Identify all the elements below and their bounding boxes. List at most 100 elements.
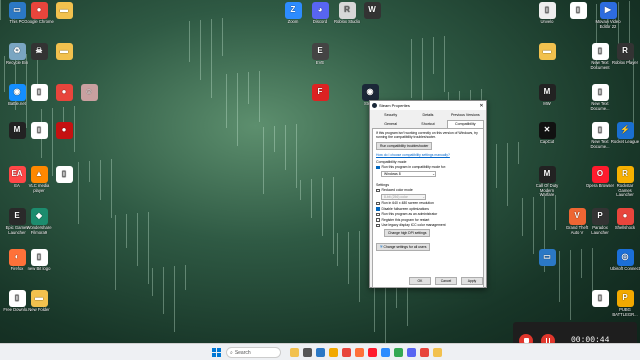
- tb-app4-icon[interactable]: [329, 348, 338, 357]
- desktop-icon-eve[interactable]: E EVE: [305, 43, 335, 66]
- mw2-1-icon: M: [8, 122, 26, 139]
- desktop-icon-label: Zoom: [287, 19, 299, 24]
- battle-icon: ◉: [8, 84, 26, 101]
- troubleshooter-button[interactable]: Run compatibility troubleshooter: [376, 141, 433, 150]
- tab-previous-versions[interactable]: Previous Versions: [447, 111, 484, 119]
- desktop-icon-r-tv[interactable]: ▭: [532, 249, 562, 267]
- taskbar-search[interactable]: ⌕ Search: [226, 347, 281, 358]
- tb-app12-icon[interactable]: [433, 348, 442, 357]
- app-sk-icon: ☠: [30, 43, 48, 60]
- desktop-icon-r-mw2[interactable]: M Call Of Duty Modern Warfare: [532, 166, 562, 198]
- desktop-icon-label: Roblox Player: [611, 60, 639, 65]
- disable-fullscreen-checkbox[interactable]: Disable fullscreen optimizations: [376, 207, 480, 211]
- checkbox-box: [376, 165, 380, 170]
- r-uw-icon: ▯: [538, 2, 556, 19]
- r-ms-icon: ▯: [569, 2, 587, 19]
- dialog-titlebar: Steam Properties ✕: [370, 101, 486, 110]
- desktop-icon-r-new2[interactable]: ▯ New Text Docume...: [585, 84, 615, 111]
- close-icon[interactable]: ✕: [477, 103, 486, 109]
- desktop-icon-r-ms[interactable]: ▯: [563, 2, 593, 20]
- r-pubg-icon: P: [616, 290, 634, 307]
- tab-security[interactable]: Security: [372, 111, 409, 119]
- cancel-button[interactable]: Cancel: [435, 277, 457, 285]
- anime-icon: ☺: [80, 84, 98, 101]
- tb-chrome-icon[interactable]: [394, 348, 403, 357]
- intro-text: If this program isn't working correctly …: [376, 131, 478, 140]
- desktop-icon-r-new3[interactable]: ▯ New Text Docume...: [585, 122, 615, 149]
- register-restart-label: Register this program for restart: [381, 217, 430, 222]
- epic-icon: E: [8, 208, 26, 225]
- desktop-icon-r-mx[interactable]: ▶ Movavi Video Editor 22: [593, 2, 623, 29]
- taskbar: ⌕ Search: [0, 343, 640, 360]
- amongus-icon: ●: [55, 122, 73, 139]
- desktop-icon-r-capcut[interactable]: ✕ CapCut: [532, 122, 562, 145]
- r-gta-icon: V: [568, 208, 586, 225]
- tb-app11-icon[interactable]: [420, 348, 429, 357]
- tab-compatibility[interactable]: Compatibility: [446, 120, 484, 128]
- firefox-icon: ◐: [8, 249, 26, 266]
- all-users-button[interactable]: ⛨ Change settings for all users: [376, 243, 431, 252]
- tab-details[interactable]: Details: [409, 111, 446, 119]
- chevron-down-icon: ⌄: [432, 171, 435, 176]
- r-new3-icon: ▯: [591, 122, 609, 139]
- desktop-icon-filmora[interactable]: ◆ Wondershare Filmora9: [24, 208, 54, 235]
- desktop-icon-r-pubg[interactable]: P PUBG BATTLEGR...: [610, 290, 640, 317]
- desktop-icon-r-roblox[interactable]: R Roblox Player: [610, 43, 640, 66]
- run-640-checkbox[interactable]: Run in 640 x 480 screen resolution: [376, 201, 480, 205]
- compat-mode-select[interactable]: Windows 8 ⌄: [381, 170, 436, 177]
- desktop-icon-r-folder[interactable]: ▬: [532, 43, 562, 61]
- tb-app5-icon[interactable]: [342, 348, 351, 357]
- register-restart-checkbox[interactable]: Register this program for restart: [376, 218, 480, 222]
- r-mx-icon: ▶: [599, 2, 617, 19]
- tb-app2-icon[interactable]: [303, 348, 312, 357]
- start-button[interactable]: [212, 348, 221, 357]
- chrome-icon: ●: [30, 2, 48, 19]
- desktop-icon-forza[interactable]: F: [305, 84, 335, 102]
- compat-mode-check-label: Run this program in compatibility mode f…: [381, 165, 446, 170]
- desktop-icon-discord[interactable]: ◕ Discord: [305, 2, 335, 25]
- tab-row-1: Security Details Previous Versions: [370, 110, 486, 119]
- desktop-icon-r-mw[interactable]: M MW: [532, 84, 562, 107]
- desktop-icon-r-ubi[interactable]: ◎ Ubisoft Connect: [610, 249, 640, 272]
- desktop-icon-folder1[interactable]: ▬: [49, 2, 79, 20]
- tb-explorer-icon[interactable]: [290, 348, 299, 357]
- desktop-icon-anime[interactable]: ☺: [74, 84, 104, 102]
- desktop-icon-newfolder[interactable]: ▬ New Folder: [24, 290, 54, 313]
- tb-app6-icon[interactable]: [355, 348, 364, 357]
- tb-app3-icon[interactable]: [316, 348, 325, 357]
- r-mw-icon: M: [538, 84, 556, 101]
- tb-app10-icon[interactable]: [407, 348, 416, 357]
- free-icon: ▯: [8, 290, 26, 307]
- run-admin-checkbox[interactable]: Run this program as an administrator: [376, 212, 480, 216]
- tb-app8-icon[interactable]: [381, 348, 390, 357]
- tb-opera-icon[interactable]: [368, 348, 377, 357]
- properties-dialog: Steam Properties ✕ Security Details Prev…: [369, 100, 487, 288]
- ok-button[interactable]: OK: [409, 277, 431, 285]
- color-depth-select[interactable]: 8-bit (256) color ⌄: [381, 193, 426, 200]
- desktop-icon-r-shellshock[interactable]: ● Shellshock: [610, 208, 640, 231]
- desktop-icon-folder2[interactable]: ▬: [49, 43, 79, 61]
- tab-general[interactable]: General: [372, 120, 409, 128]
- disable-fullscreen-label: Disable fullscreen optimizations: [381, 206, 430, 211]
- desktop-icon-zoom[interactable]: Z Zoom: [278, 2, 308, 25]
- reduced-color-checkbox[interactable]: Reduced color mode: [376, 188, 480, 192]
- tab-shortcut[interactable]: Shortcut: [409, 120, 446, 128]
- r-paradox-icon: P: [591, 208, 609, 225]
- steam-icon: [372, 103, 377, 108]
- desktop-icon-r-uw[interactable]: ▯ Unvelo: [532, 2, 562, 25]
- reduced-color-label: Reduced color mode: [381, 188, 413, 193]
- run-640-label: Run in 640 x 480 screen resolution: [381, 201, 434, 206]
- high-dpi-button[interactable]: Change high DPI settings: [384, 229, 431, 238]
- apply-button[interactable]: Apply: [461, 277, 483, 285]
- manual-settings-link[interactable]: How do I choose compatibility settings m…: [376, 153, 450, 157]
- desktop-icon-newbit[interactable]: ▯ new Bit logo: [24, 249, 54, 272]
- desktop-icon-label: Wondershare Filmora9: [26, 225, 52, 235]
- desktop-icon-doc3[interactable]: ▯: [49, 166, 79, 184]
- compat-mode-checkbox[interactable]: Run this program in compatibility mode f…: [376, 165, 480, 169]
- chevron-down-icon: ⌄: [422, 194, 425, 199]
- desktop-icon-label: MW: [543, 101, 551, 106]
- desktop-icon-watchdogs[interactable]: W: [357, 2, 387, 20]
- desktop-icon-amongus[interactable]: ●: [49, 122, 79, 140]
- legacy-icc-checkbox[interactable]: Use legacy display ICC color management: [376, 223, 480, 227]
- desktop-icon-r-rockstar[interactable]: R Rockstar Games Launcher: [610, 166, 640, 198]
